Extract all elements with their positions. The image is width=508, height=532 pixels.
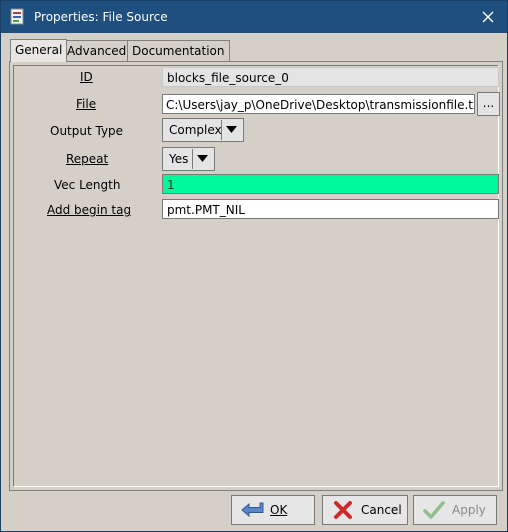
general-panel: ID blocks_file_source_0 File C:\Users\ja…	[9, 61, 503, 491]
file-label: File	[76, 97, 97, 111]
tab-general[interactable]: General	[10, 39, 68, 62]
vec-length-field[interactable]: 1	[162, 174, 499, 194]
chevron-down-icon	[197, 155, 208, 162]
add-begin-tag-field[interactable]: pmt.PMT_NIL	[162, 199, 499, 219]
repeat-label: Repeat	[66, 152, 109, 166]
apply-icon	[423, 501, 445, 519]
file-path-field[interactable]: C:\Users\jay_p\OneDrive\Desktop\transmis…	[162, 94, 475, 114]
apply-button[interactable]: Apply	[413, 495, 497, 525]
title-bar[interactable]: Properties: File Source	[1, 1, 507, 33]
repeat-value: Yes	[169, 152, 189, 166]
properties-dialog: Properties: File Source General Advanced…	[0, 0, 508, 532]
browse-button[interactable]: ...	[477, 92, 500, 116]
ok-icon	[241, 502, 264, 518]
dialog-content: General Advanced Documentation ID blocks…	[1, 33, 507, 531]
ok-label: OK	[270, 503, 288, 517]
output-type-value: Complex	[169, 123, 222, 137]
output-type-dropdown[interactable]: Complex	[162, 118, 244, 142]
tab-advanced[interactable]: Advanced	[62, 40, 132, 61]
window-title: Properties: File Source	[34, 10, 168, 24]
cancel-button[interactable]: Cancel	[322, 495, 408, 525]
id-field[interactable]: blocks_file_source_0	[162, 67, 499, 87]
repeat-arrow[interactable]	[192, 149, 213, 169]
ok-button[interactable]: OK	[231, 495, 315, 525]
output-type-arrow[interactable]	[221, 120, 242, 140]
repeat-dropdown[interactable]: Yes	[162, 147, 215, 171]
apply-label: Apply	[452, 503, 486, 517]
close-icon	[482, 11, 494, 23]
cancel-label: Cancel	[361, 503, 402, 517]
cancel-icon	[334, 501, 352, 519]
chevron-down-icon	[226, 126, 237, 133]
close-button[interactable]	[475, 5, 501, 29]
vec-length-label: Vec Length	[54, 178, 121, 192]
window-icon	[10, 8, 24, 25]
tab-documentation[interactable]: Documentation	[127, 40, 230, 61]
output-type-label: Output Type	[50, 124, 124, 138]
add-begin-tag-label: Add begin tag	[47, 203, 132, 217]
id-label: ID	[80, 70, 93, 84]
